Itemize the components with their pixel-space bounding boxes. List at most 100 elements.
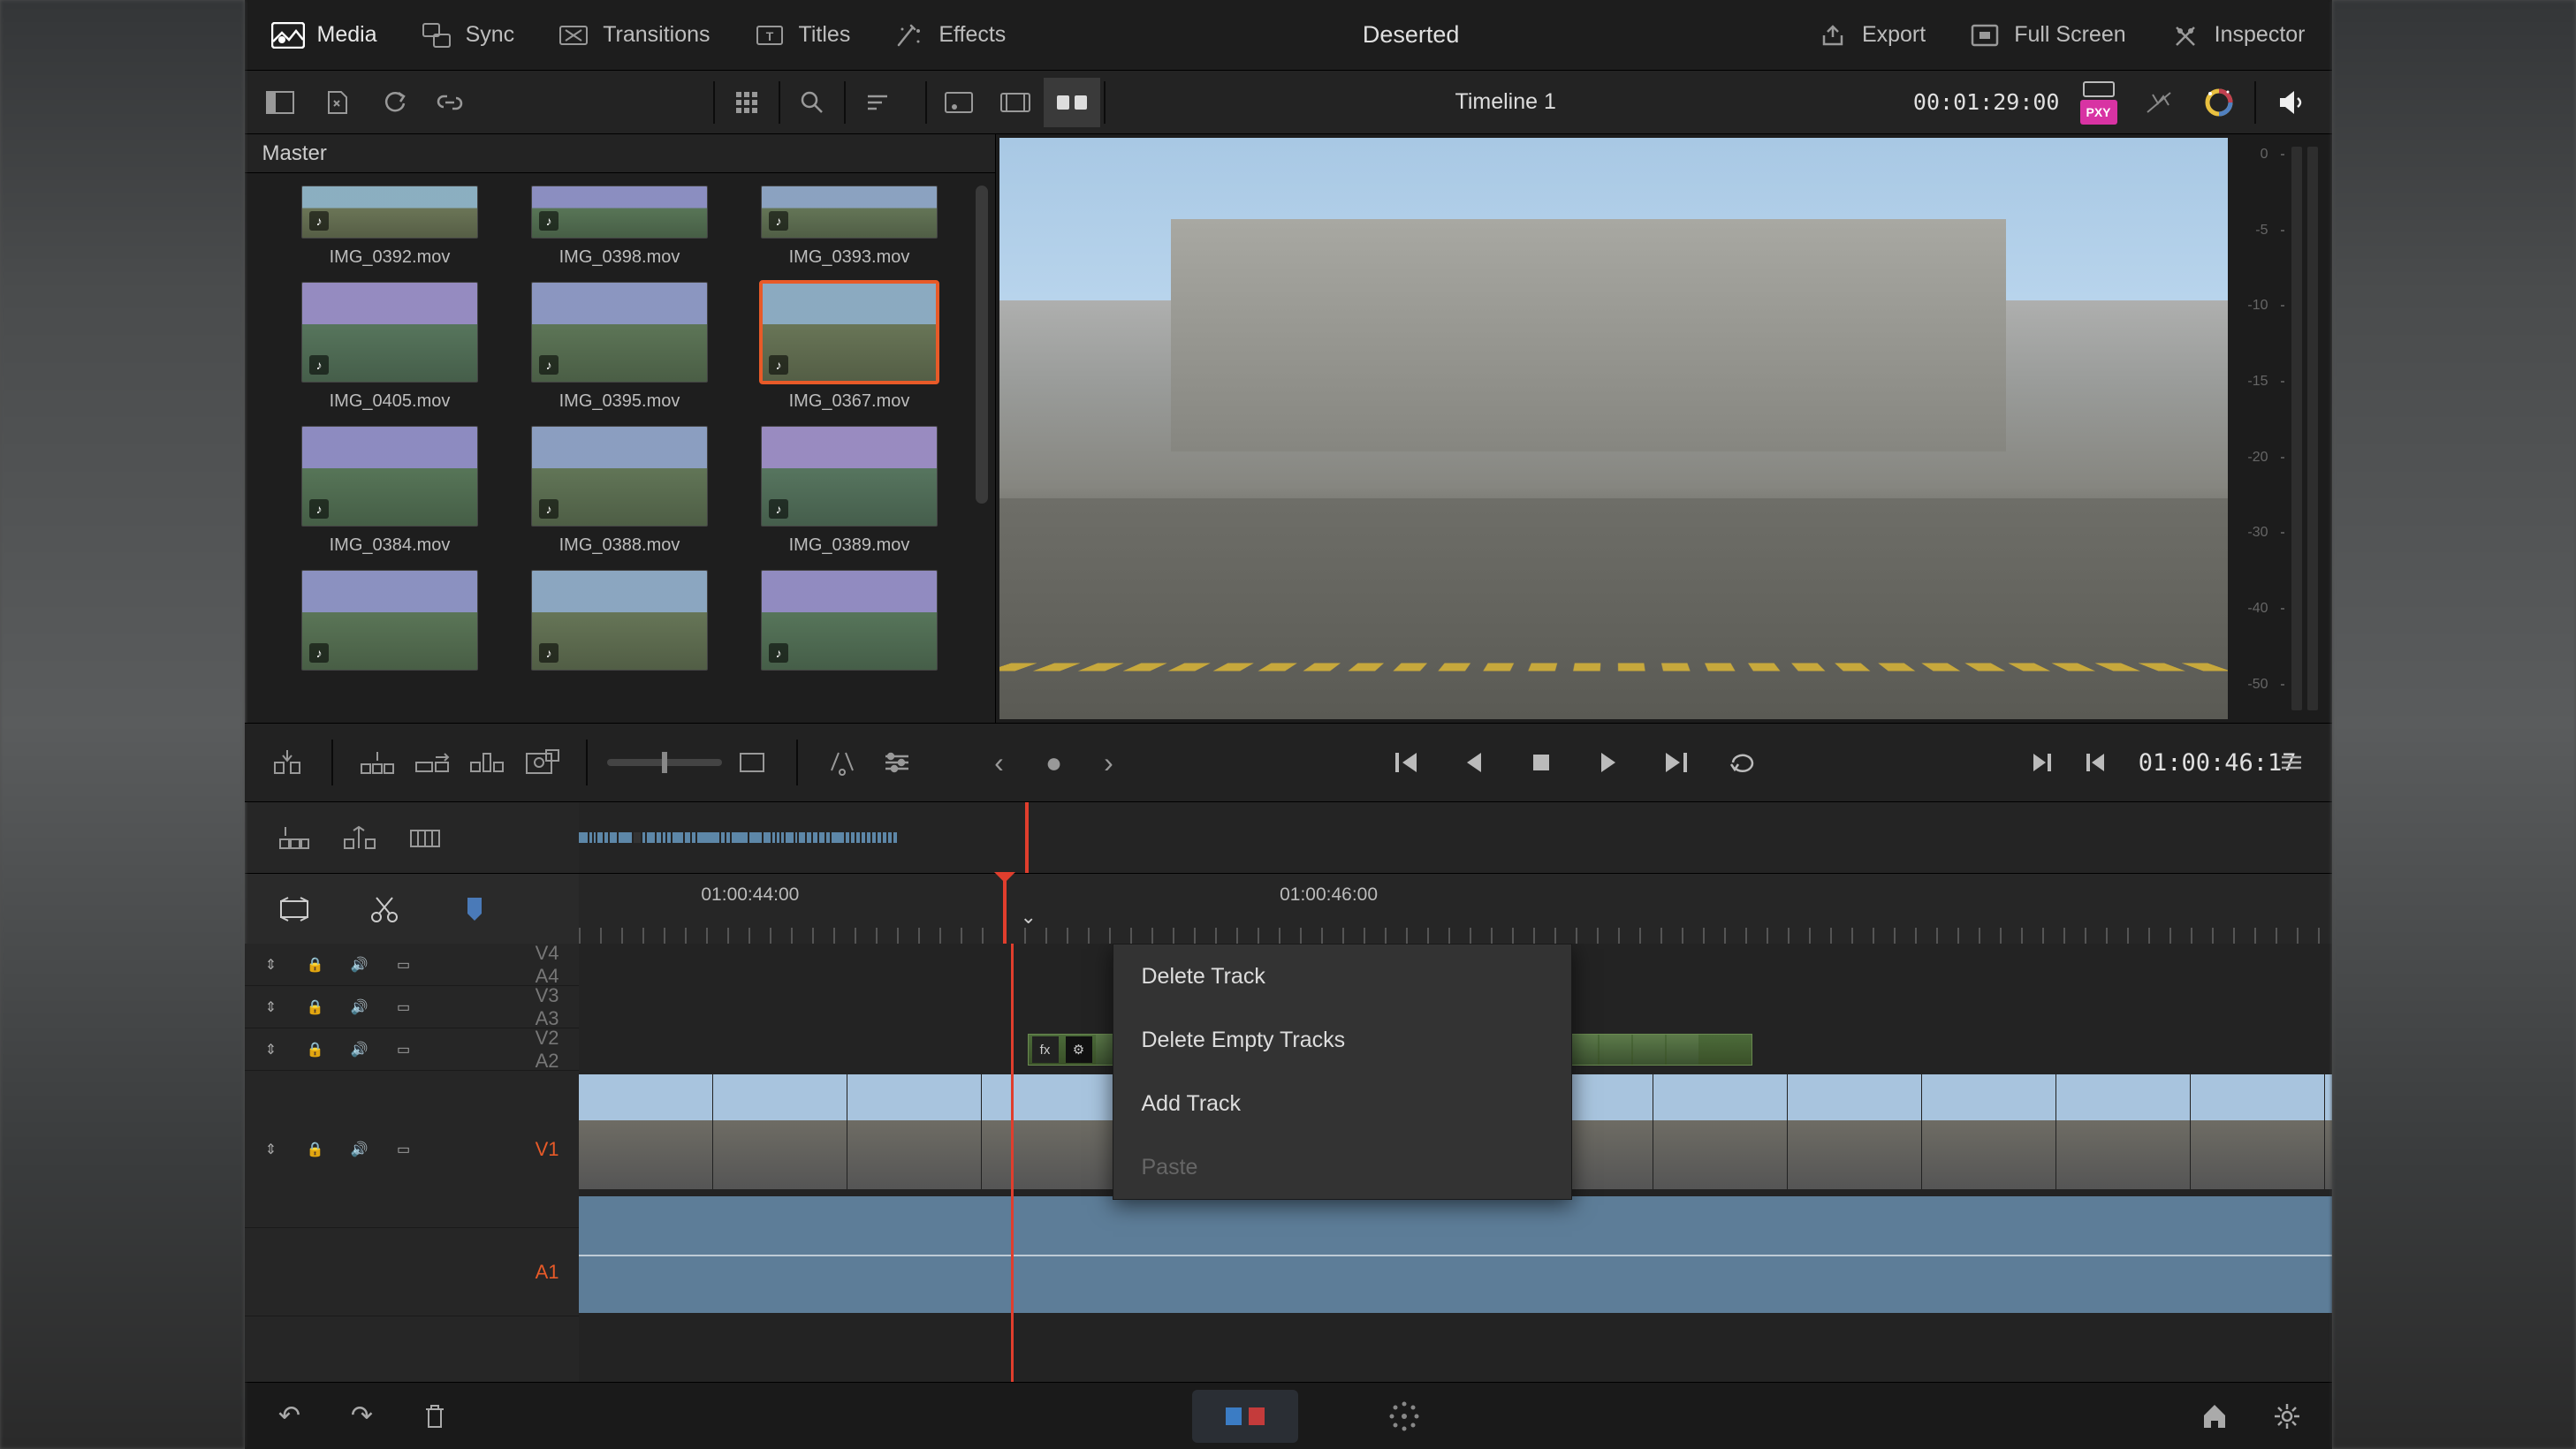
sort-icon[interactable] [849,78,906,127]
height-icon[interactable]: ⇕ [257,951,285,979]
media-pool-breadcrumb[interactable]: Master [245,134,995,173]
menu-inspector[interactable]: Inspector [2160,16,2314,55]
context-menu-item[interactable]: Add Track [1113,1072,1571,1135]
media-clip[interactable]: ♪IMG_0405.mov [301,282,478,412]
menu-effects[interactable]: Effects [884,16,1014,55]
speaker-icon[interactable]: 🔊 [346,993,374,1021]
media-clip[interactable]: ♪IMG_0398.mov [531,186,708,268]
loop-icon[interactable] [1718,738,1767,787]
menu-sync[interactable]: Sync [411,16,524,55]
menu-export[interactable]: Export [1807,16,1934,55]
media-clip[interactable]: ♪IMG_0367.mov [761,282,938,412]
media-pool-scrollbar[interactable] [976,186,988,504]
playhead[interactable] [1003,874,1007,944]
trash-icon[interactable] [416,1398,453,1435]
stop-icon[interactable] [1516,738,1566,787]
lock-icon[interactable]: 🔒 [301,1036,330,1064]
prev-edit-icon[interactable] [2071,738,2121,787]
track-header-a1[interactable]: A1 [245,1228,579,1316]
dual-view-icon[interactable] [1044,78,1100,127]
track-header-v4[interactable]: ⇕ 🔒 🔊 ▭ V4A4 [245,944,579,986]
step-back-icon[interactable] [1449,738,1499,787]
speaker-icon[interactable]: 🔊 [346,1036,374,1064]
height-icon[interactable]: ⇕ [257,993,285,1021]
track-header-v2[interactable]: ⇕ 🔒 🔊 ▭ V2A2 [245,1028,579,1071]
context-menu-item[interactable]: Delete Track [1113,945,1571,1008]
color-wheel-icon[interactable] [2191,78,2247,127]
video-icon[interactable]: ▭ [390,951,418,979]
ripple-overwrite-icon[interactable] [462,738,512,787]
speaker-icon[interactable]: 🔊 [346,951,374,979]
redo-icon[interactable]: ↷ [344,1398,381,1435]
media-clip[interactable]: ♪IMG_0395.mov [531,282,708,412]
timeline-overview[interactable] [579,802,2332,873]
source-view-icon[interactable] [931,78,987,127]
play-icon[interactable] [1584,738,1633,787]
go-start-icon[interactable] [1382,738,1432,787]
sliders-icon[interactable] [872,738,922,787]
place-on-top-icon[interactable] [727,738,777,787]
clip-a1[interactable] [579,1196,2332,1313]
transport-menu-icon[interactable] [2267,738,2316,787]
video-icon[interactable]: ▭ [390,1135,418,1164]
speaker-icon[interactable]: 🔊 [346,1135,374,1164]
insert-icon[interactable] [262,738,312,787]
append-icon[interactable] [407,738,457,787]
smart-edit-icon[interactable] [335,816,384,859]
video-icon[interactable]: ▭ [390,1036,418,1064]
trim-icon[interactable] [400,816,450,859]
blade-icon[interactable] [360,888,409,930]
smart-insert-icon[interactable] [353,738,402,787]
media-clip[interactable]: ♪ [531,570,708,671]
page-cut-icon[interactable] [1192,1390,1298,1443]
import-icon[interactable] [308,78,365,127]
context-menu-item[interactable]: Delete Empty Tracks [1113,1008,1571,1072]
closeup-icon[interactable] [517,738,566,787]
timeline-ruler[interactable]: 01:00:44:0001:00:46:00 ⌄ [579,874,2332,944]
bypass-icon[interactable] [2131,78,2187,127]
proxy-icon[interactable]: PXY [2071,78,2127,127]
mute-icon[interactable] [2263,78,2320,127]
menu-titles[interactable]: T Titles [744,16,860,55]
media-clip[interactable]: ♪IMG_0384.mov [301,426,478,556]
nav-prev-icon[interactable]: ‹ [975,738,1024,787]
menu-fullscreen[interactable]: Full Screen [1959,16,2134,55]
chevron-down-icon[interactable]: ⌄ [1021,906,1037,929]
media-clip[interactable]: ♪IMG_0393.mov [761,186,938,268]
search-icon[interactable] [784,78,840,127]
track-content-area[interactable]: fx ⚙ Delete TrackDelete Empty TracksAdd … [579,944,2332,1382]
marker-icon[interactable] [450,888,499,930]
link-icon[interactable] [422,78,478,127]
go-end-icon[interactable] [1651,738,1700,787]
menu-media[interactable]: Media [262,16,386,55]
nav-next-icon[interactable]: › [1084,738,1134,787]
menu-transitions[interactable]: Transitions [548,16,718,55]
height-icon[interactable]: ⇕ [257,1135,285,1164]
nav-marker-icon[interactable]: ● [1030,738,1079,787]
tools-icon[interactable] [817,738,867,787]
media-clip[interactable]: ♪IMG_0392.mov [301,186,478,268]
media-clip[interactable]: ♪ [761,570,938,671]
jog-slider[interactable] [607,759,722,766]
timeline-name[interactable]: Timeline 1 [1109,89,1903,115]
sidebar-toggle-icon[interactable] [252,78,308,127]
height-icon[interactable]: ⇕ [257,1036,285,1064]
video-icon[interactable]: ▭ [390,993,418,1021]
lock-icon[interactable]: 🔒 [301,1135,330,1164]
home-icon[interactable] [2196,1398,2233,1435]
undo-icon[interactable]: ↶ [271,1398,308,1435]
sync-clips-icon[interactable] [365,78,422,127]
media-clip[interactable]: ♪ [301,570,478,671]
page-deliver-icon[interactable] [1351,1390,1457,1443]
edit-index-icon[interactable] [270,816,319,859]
lock-icon[interactable]: 🔒 [301,993,330,1021]
gear-icon[interactable] [2268,1398,2306,1435]
lock-icon[interactable]: 🔒 [301,951,330,979]
track-header-v1[interactable]: ⇕ 🔒 🔊 ▭ V1 [245,1071,579,1228]
viewer-frame[interactable] [999,138,2228,719]
media-clip[interactable]: ♪IMG_0388.mov [531,426,708,556]
media-clip[interactable]: ♪IMG_0389.mov [761,426,938,556]
timeline-playhead[interactable] [1011,944,1014,1382]
select-mode-icon[interactable] [270,888,319,930]
grid-view-icon[interactable] [718,78,775,127]
